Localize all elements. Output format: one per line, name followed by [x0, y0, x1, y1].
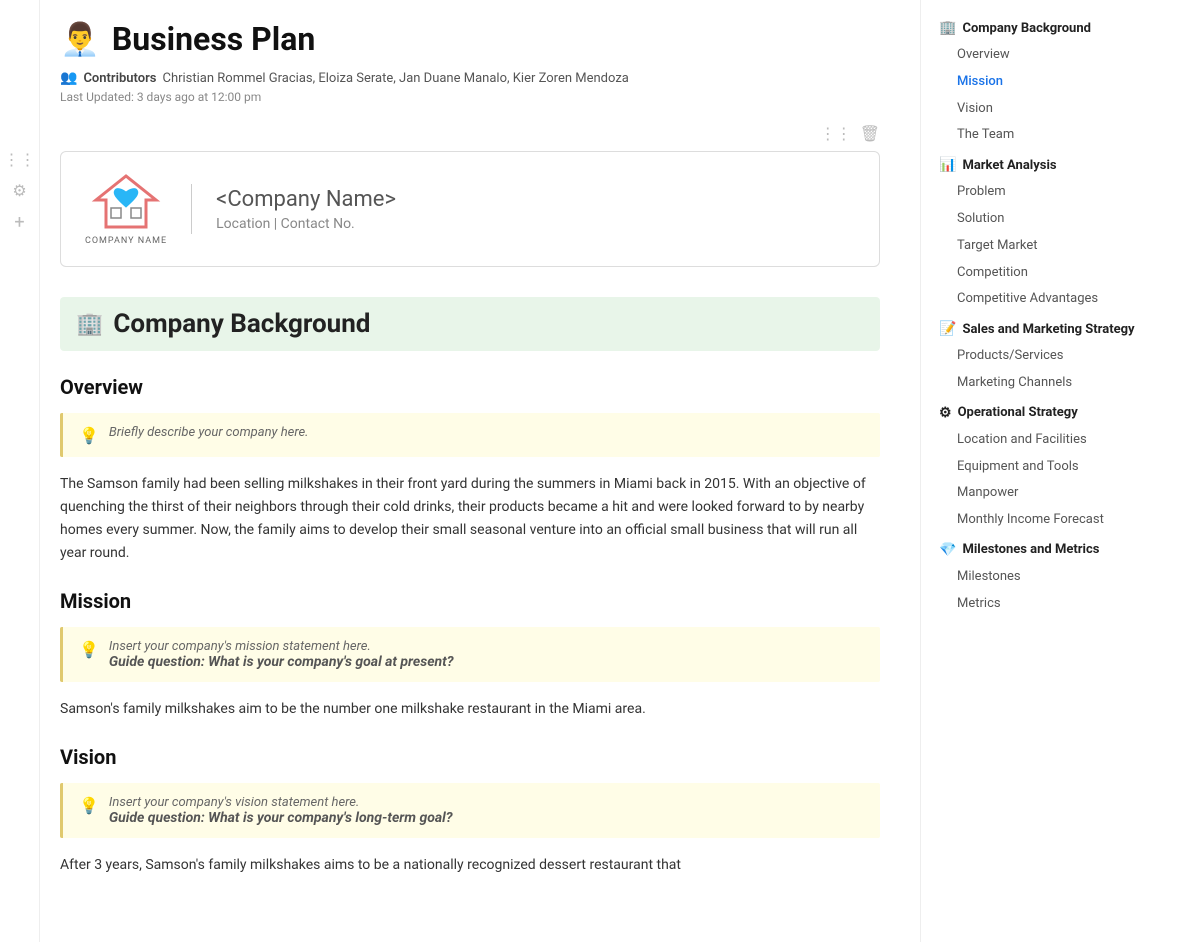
- sidebar-item-overview[interactable]: Overview: [933, 42, 1148, 69]
- sidebar-item-competitive-advantages[interactable]: Competitive Advantages: [933, 286, 1148, 313]
- last-updated: Last Updated: 3 days ago at 12:00 pm: [60, 90, 880, 104]
- sidebar-section-header-sales-marketing[interactable]: 📝 Sales and Marketing Strategy: [933, 317, 1148, 341]
- mission-callout-line2: Guide question: What is your company's g…: [109, 654, 454, 670]
- overview-body: The Samson family had been selling milks…: [60, 473, 880, 565]
- sidebar-section-label-operational-strategy: Operational Strategy: [958, 405, 1078, 420]
- mission-callout-icon: 💡: [79, 640, 99, 659]
- sidebar-item-vision[interactable]: Vision: [933, 96, 1148, 123]
- main-content: 👨‍💼 Business Plan 👥 Contributors Christi…: [40, 0, 920, 942]
- vision-callout-line2: Guide question: What is your company's l…: [109, 810, 453, 826]
- callout-bulb-icon: 💡: [79, 426, 99, 445]
- sidebar-item-marketing-channels[interactable]: Marketing Channels: [933, 370, 1148, 397]
- sidebar-section-header-operational-strategy[interactable]: ⚙ Operational Strategy: [933, 401, 1148, 425]
- company-background-emoji: 🏢: [76, 312, 103, 337]
- sidebar-section-market-analysis: 📊 Market Analysis ProblemSolutionTarget Ma…: [933, 153, 1148, 313]
- company-header-card: COMPANY NAME <Company Name> Location | C…: [60, 151, 880, 267]
- vision-callout-icon: 💡: [79, 796, 99, 815]
- sidebar-section-label-milestones-metrics: Milestones and Metrics: [962, 542, 1099, 557]
- block-drag-handle[interactable]: ⋮⋮: [820, 124, 852, 143]
- sidebar-section-milestones-metrics: 💎 Milestones and Metrics MilestonesMetrics: [933, 538, 1148, 618]
- page-title-area: 👨‍💼 Business Plan: [60, 20, 880, 58]
- overview-heading: Overview: [60, 375, 880, 399]
- sidebar-item-milestones[interactable]: Milestones: [933, 564, 1148, 591]
- contributors-label: Contributors: [83, 71, 156, 86]
- overview-callout-text[interactable]: Briefly describe your company here.: [109, 425, 309, 440]
- company-logo-area: COMPANY NAME: [85, 172, 167, 246]
- sidebar-item-target-market[interactable]: Target Market: [933, 233, 1148, 260]
- mission-body: Samson's family milkshakes aim to be the…: [60, 698, 880, 721]
- vision-callout-content: Insert your company's vision statement h…: [109, 795, 453, 826]
- sidebar-section-header-company-background[interactable]: 🏢 Company Background: [933, 16, 1148, 40]
- sidebar-section-label-company-background: Company Background: [962, 21, 1091, 36]
- sidebar-section-emoji-sales-marketing: 📝: [939, 321, 956, 337]
- vision-callout-line1[interactable]: Insert your company's vision statement h…: [109, 795, 453, 810]
- sidebar-item-mission[interactable]: Mission: [933, 69, 1148, 96]
- vision-callout: 💡 Insert your company's vision statement…: [60, 783, 880, 838]
- company-location-contact: Location | Contact No.: [216, 216, 396, 232]
- mission-callout: 💡 Insert your company's mission statemen…: [60, 627, 880, 682]
- block-delete-icon[interactable]: 🗑: [860, 124, 880, 143]
- company-name-label: COMPANY NAME: [85, 236, 167, 246]
- sidebar-item-equipment-tools[interactable]: Equipment and Tools: [933, 454, 1148, 481]
- company-divider: [191, 184, 192, 234]
- company-info-area: <Company Name> Location | Contact No.: [216, 187, 396, 232]
- page-title: Business Plan: [112, 20, 315, 58]
- sidebar-item-competition[interactable]: Competition: [933, 260, 1148, 287]
- left-toolbar: ⋮⋮ ⚙ +: [0, 0, 40, 942]
- right-sidebar: 🏢 Company Background OverviewMissionVision…: [920, 0, 1160, 942]
- sidebar-item-problem[interactable]: Problem: [933, 179, 1148, 206]
- sidebar-section-emoji-company-background: 🏢: [939, 20, 956, 36]
- overview-callout: 💡 Briefly describe your company here.: [60, 413, 880, 457]
- sidebar-item-metrics[interactable]: Metrics: [933, 591, 1148, 618]
- sidebar-item-monthly-income-forecast[interactable]: Monthly Income Forecast: [933, 507, 1148, 534]
- sidebar-section-emoji-operational-strategy: ⚙: [939, 405, 952, 421]
- vision-heading: Vision: [60, 745, 880, 769]
- sidebar-section-header-milestones-metrics[interactable]: 💎 Milestones and Metrics: [933, 538, 1148, 562]
- contributors-icon: 👥: [60, 70, 77, 86]
- vision-body: After 3 years, Samson's family milkshake…: [60, 854, 880, 877]
- contributors-row: 👥 Contributors Christian Rommel Gracias,…: [60, 70, 880, 86]
- sidebar-section-header-market-analysis[interactable]: 📊 Market Analysis: [933, 153, 1148, 177]
- block-toolbar: ⋮⋮ 🗑: [60, 124, 880, 143]
- sidebar-section-emoji-milestones-metrics: 💎: [939, 542, 956, 558]
- add-icon[interactable]: +: [14, 212, 24, 233]
- drag-icon[interactable]: ⋮⋮: [4, 150, 36, 169]
- mission-callout-line1[interactable]: Insert your company's mission statement …: [109, 639, 454, 654]
- sidebar-sections: 🏢 Company Background OverviewMissionVision…: [933, 16, 1148, 618]
- sidebar-section-emoji-market-analysis: 📊: [939, 157, 956, 173]
- sidebar-item-solution[interactable]: Solution: [933, 206, 1148, 233]
- sidebar-item-location-facilities[interactable]: Location and Facilities: [933, 427, 1148, 454]
- sidebar-section-operational-strategy: ⚙ Operational Strategy Location and Facili…: [933, 401, 1148, 534]
- sidebar-section-sales-marketing: 📝 Sales and Marketing Strategy Products/Se…: [933, 317, 1148, 397]
- sidebar-item-products-services[interactable]: Products/Services: [933, 343, 1148, 370]
- page-emoji: 👨‍💼: [60, 20, 100, 58]
- sidebar-section-label-sales-marketing: Sales and Marketing Strategy: [962, 322, 1134, 337]
- company-background-header: 🏢 Company Background: [60, 297, 880, 351]
- settings-icon[interactable]: ⚙: [12, 181, 26, 200]
- sidebar-section-company-background: 🏢 Company Background OverviewMissionVision…: [933, 16, 1148, 149]
- company-background-title: Company Background: [113, 309, 370, 339]
- sidebar-item-manpower[interactable]: Manpower: [933, 480, 1148, 507]
- sidebar-item-the-team[interactable]: The Team: [933, 122, 1148, 149]
- company-logo: [91, 172, 161, 232]
- mission-heading: Mission: [60, 589, 880, 613]
- sidebar-section-label-market-analysis: Market Analysis: [962, 158, 1056, 173]
- contributors-list: Christian Rommel Gracias, Eloiza Serate,…: [162, 71, 628, 86]
- mission-callout-content: Insert your company's mission statement …: [109, 639, 454, 670]
- company-name[interactable]: <Company Name>: [216, 187, 396, 212]
